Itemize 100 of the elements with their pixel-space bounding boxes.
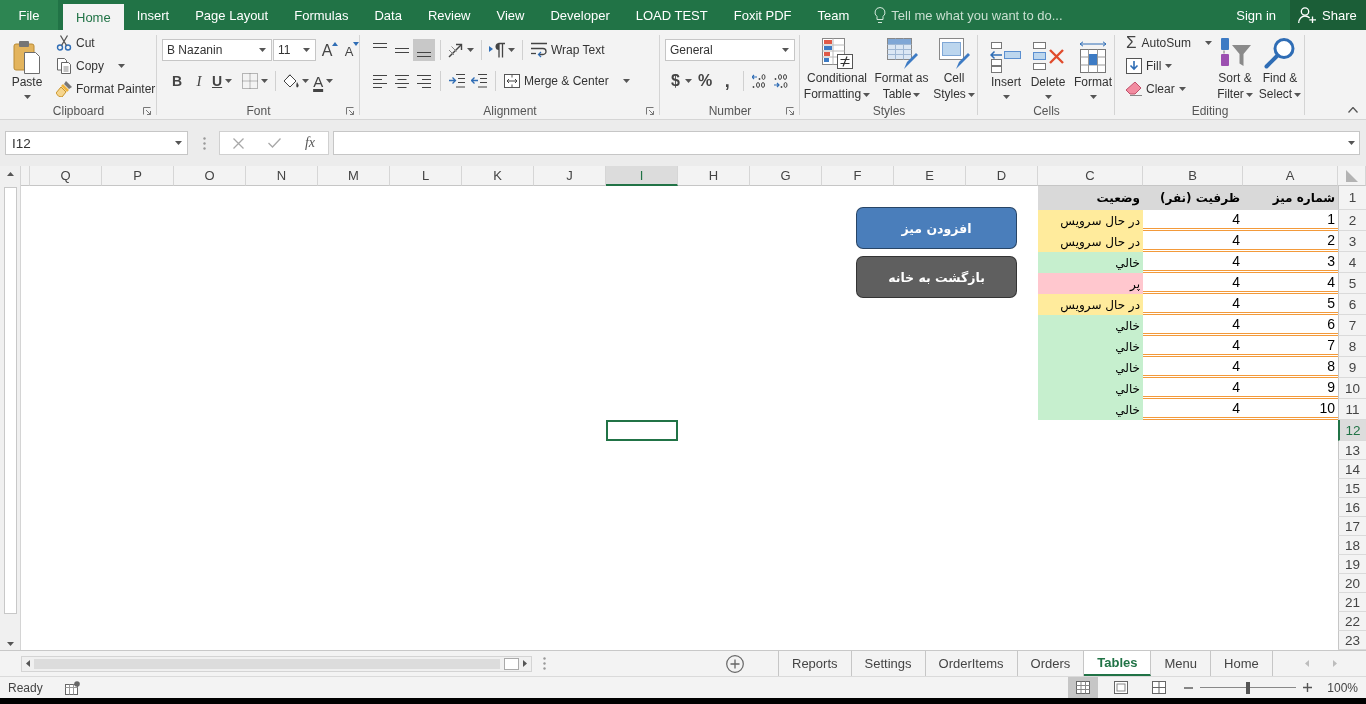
find-select-button[interactable]: Find & Select [1257, 31, 1303, 103]
shape-button[interactable]: بازگشت به خانه [856, 256, 1017, 298]
insert-function-button[interactable]: fx [297, 133, 323, 153]
format-painter-button[interactable]: Format Painter [53, 77, 159, 100]
row-header[interactable]: 5 [1338, 273, 1366, 294]
bold-button[interactable]: B [166, 70, 188, 92]
row-header[interactable]: 16 [1338, 498, 1366, 517]
ribbon-tab[interactable]: Team [804, 0, 863, 30]
ribbon-tab[interactable]: Insert [123, 0, 183, 30]
share-button[interactable]: Share [1290, 0, 1366, 30]
row-header[interactable]: 18 [1338, 536, 1366, 555]
percent-button[interactable]: % [693, 70, 717, 92]
file-tab[interactable]: File [0, 0, 58, 30]
fill-button[interactable]: Fill [1123, 54, 1213, 77]
column-header[interactable]: L [390, 166, 462, 186]
merge-center-button[interactable]: Merge & Center [501, 69, 633, 93]
cell-styles-button[interactable]: Cell Styles [931, 31, 977, 103]
grow-font-button[interactable]: A [319, 39, 341, 61]
zoom-level[interactable]: 100% [1327, 680, 1358, 695]
row-header[interactable]: 20 [1338, 574, 1366, 593]
italic-button[interactable]: I [188, 70, 210, 92]
formula-input[interactable] [333, 131, 1360, 155]
ribbon-tab[interactable]: Developer [537, 0, 623, 30]
font-size-dropdown[interactable]: 11 [273, 39, 316, 61]
column-header[interactable]: F [822, 166, 894, 186]
horizontal-scrollbar[interactable] [21, 655, 532, 672]
row-header[interactable]: 10 [1338, 378, 1366, 399]
column-header[interactable]: Q [30, 166, 102, 186]
column-header[interactable]: O [174, 166, 246, 186]
scroll-thumb[interactable] [3, 187, 17, 614]
row-header[interactable]: 7 [1338, 315, 1366, 336]
row-header[interactable]: 13 [1338, 441, 1366, 460]
up-arrow-icon[interactable] [6, 172, 14, 176]
autosum-button[interactable]: Σ AutoSum [1123, 31, 1213, 54]
sort-filter-button[interactable]: Sort & Filter [1213, 31, 1257, 103]
dialog-launcher-icon[interactable] [143, 107, 151, 115]
left-arrow-icon[interactable] [26, 660, 30, 667]
paste-button[interactable]: Paste [4, 31, 50, 103]
column-header[interactable]: E [894, 166, 966, 186]
vertical-dots-icon[interactable] [543, 657, 546, 670]
zoom-slider-thumb[interactable] [1246, 681, 1251, 694]
delete-cells-button[interactable]: Delete [1028, 31, 1068, 103]
ribbon-tab[interactable]: Formulas [281, 0, 362, 30]
name-box[interactable]: I12 [5, 131, 188, 155]
column-header[interactable]: M [318, 166, 390, 186]
shape-button[interactable]: افزودن میز [856, 207, 1017, 249]
column-header[interactable]: D [966, 166, 1038, 186]
row-header[interactable]: 23 [1338, 631, 1366, 650]
new-sheet-icon[interactable] [726, 654, 744, 673]
ribbon-tab[interactable]: Foxit PDF [720, 0, 805, 30]
wrap-text-button[interactable]: Wrap Text [528, 38, 608, 62]
row-header[interactable]: 17 [1338, 517, 1366, 536]
column-header[interactable]: G [750, 166, 822, 186]
active-cell[interactable] [606, 420, 678, 441]
borders-button[interactable] [240, 70, 271, 92]
row-header[interactable]: 12 [1338, 420, 1366, 441]
row-header[interactable]: 9 [1338, 357, 1366, 378]
row-header[interactable]: 21 [1338, 593, 1366, 612]
ribbon-tab[interactable]: Data [361, 0, 415, 30]
row-header[interactable]: 3 [1338, 231, 1366, 252]
dialog-launcher-icon[interactable] [786, 107, 794, 115]
copy-button[interactable]: Copy [53, 54, 159, 77]
row-header[interactable]: 8 [1338, 336, 1366, 357]
format-as-table-button[interactable]: Format as Table [873, 31, 930, 103]
dialog-launcher-icon[interactable] [346, 107, 354, 115]
comma-style-button[interactable]: , [716, 70, 739, 92]
ribbon-tab[interactable]: Page Layout [182, 0, 282, 30]
underline-button[interactable]: U [210, 70, 235, 92]
sheet-tab[interactable]: Tables [1084, 651, 1152, 676]
minus-icon[interactable] [1184, 686, 1194, 689]
column-header[interactable]: I [606, 166, 678, 186]
scroll-thumb[interactable] [504, 657, 519, 670]
down-arrow-icon[interactable] [6, 642, 14, 646]
clear-button[interactable]: Clear [1123, 77, 1213, 100]
currency-button[interactable]: $ [669, 70, 694, 92]
macro-record-icon[interactable] [64, 680, 80, 695]
cut-button[interactable]: Cut [53, 31, 159, 54]
column-header[interactable]: J [534, 166, 606, 186]
row-header[interactable]: 22 [1338, 612, 1366, 631]
sign-in-link[interactable]: Sign in [1228, 0, 1284, 30]
tell-me-search-field[interactable]: Tell me what you want to do... [891, 4, 1067, 26]
row-header[interactable]: 1 [1338, 186, 1366, 210]
column-header[interactable]: K [462, 166, 534, 186]
insert-cells-button[interactable]: Insert [988, 31, 1024, 103]
right-arrow-icon[interactable] [523, 660, 527, 667]
column-header[interactable]: C [1038, 166, 1143, 186]
row-header[interactable]: 6 [1338, 294, 1366, 315]
row-header[interactable]: 19 [1338, 555, 1366, 574]
row-header[interactable]: 4 [1338, 252, 1366, 273]
row-header[interactable]: 2 [1338, 210, 1366, 231]
plus-icon[interactable] [1303, 683, 1313, 692]
column-header[interactable]: N [246, 166, 318, 186]
ribbon-tab[interactable]: LOAD TEST [622, 0, 721, 30]
vertical-scrollbar[interactable] [0, 166, 21, 650]
ribbon-tab[interactable]: Home [63, 4, 124, 30]
row-header[interactable]: 15 [1338, 479, 1366, 498]
column-header[interactable]: P [102, 166, 174, 186]
format-cells-button[interactable]: Format [1072, 31, 1114, 103]
conditional-formatting-button[interactable]: Conditional Formatting [802, 31, 872, 103]
font-color-button[interactable]: A [311, 70, 336, 92]
